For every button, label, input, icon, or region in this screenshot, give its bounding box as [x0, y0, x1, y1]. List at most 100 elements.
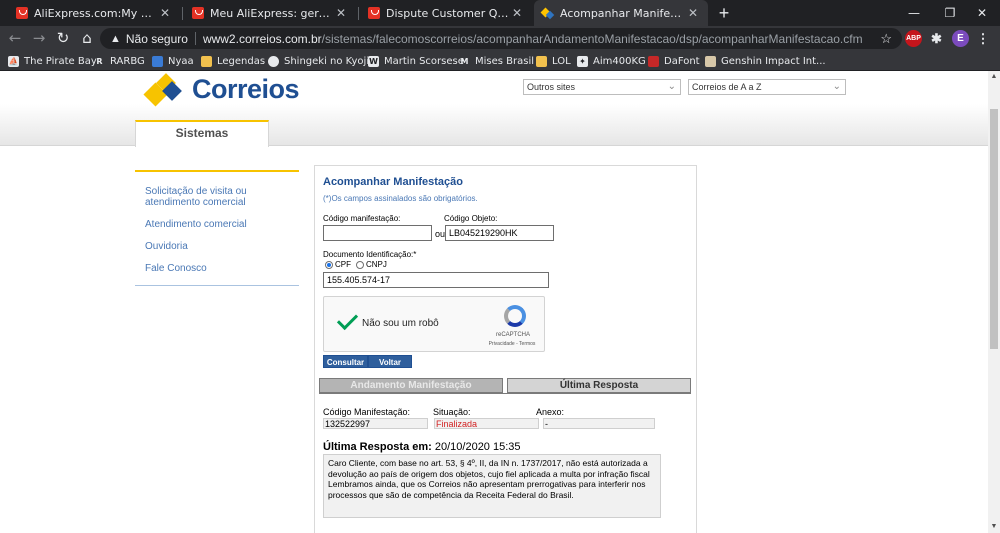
bookmark-lol[interactable]: LOL — [536, 51, 571, 71]
logo-wordmark: Correios — [192, 73, 300, 104]
bookmark-label: The Pirate Bay — [24, 55, 97, 67]
chevron-down-icon: ⌄ — [667, 81, 676, 92]
close-tab-icon[interactable]: ✕ — [510, 6, 524, 20]
aim-target-icon: ✦ — [577, 55, 588, 67]
bookmark-aim400kg[interactable]: ✦ Aim400KG — [577, 51, 646, 71]
restore-icon[interactable]: ❐ — [932, 0, 968, 26]
codigo-manifestacao-input[interactable] — [323, 225, 432, 241]
voltar-button[interactable]: Voltar — [368, 355, 412, 368]
tab-separator — [182, 7, 183, 20]
scrollbar-thumb[interactable] — [990, 109, 998, 349]
sidebar-item-ouvidoria[interactable]: Ouvidoria — [135, 241, 299, 252]
ultima-resposta-heading: Última Resposta em: 20/10/2020 15:35 — [323, 441, 521, 453]
bookmark-label: Martin Scorsese — [384, 55, 464, 67]
radio-label: CPF — [335, 260, 351, 269]
correios-a-z-select[interactable]: Correios de A a Z ⌄ — [688, 79, 846, 95]
profile-avatar[interactable]: E — [952, 30, 969, 47]
warning-triangle-icon: ▲ — [110, 32, 121, 45]
checkmark-icon[interactable] — [334, 309, 360, 335]
reload-icon[interactable]: ↻ — [52, 28, 74, 49]
cnpj-radio[interactable]: CNPJ — [356, 260, 387, 269]
sidebar-top-rule — [135, 170, 299, 172]
forward-icon[interactable]: → — [28, 28, 50, 49]
home-icon[interactable]: ⌂ — [76, 28, 98, 49]
tab-andamento-manifestacao[interactable]: Andamento Manifestação — [319, 378, 503, 393]
bookmark-legendas[interactable]: Legendas — [201, 51, 265, 71]
folder-icon — [201, 55, 212, 67]
radio-label: CNPJ — [366, 260, 387, 269]
bookmark-label: Legendas — [217, 55, 266, 67]
aliexpress-favicon-icon — [368, 7, 380, 19]
tab-sistemas[interactable]: Sistemas — [135, 120, 269, 147]
address-bar[interactable]: ▲ Não seguro www2.correios.com.br/sistem… — [100, 28, 902, 49]
close-tab-icon[interactable]: ✕ — [158, 6, 172, 20]
documento-identificacao-label: Documento Identificação:* — [323, 250, 417, 259]
wikipedia-w-icon: W — [368, 55, 379, 67]
recaptcha-terms-link[interactable]: Privacidade - Termos — [480, 341, 544, 347]
aliexpress-favicon-icon — [16, 7, 28, 19]
sidebar-item-atendimento-comercial[interactable]: Atendimento comercial — [135, 219, 299, 230]
recaptcha-widget[interactable]: Não sou um robô reCAPTCHA Privacidade - … — [323, 296, 545, 352]
security-label: Não seguro — [125, 31, 188, 46]
form-title: Acompanhar Manifestação — [323, 176, 463, 188]
minimize-icon[interactable]: — — [896, 0, 932, 26]
documento-input[interactable] — [323, 272, 549, 288]
ou-label: ou — [435, 229, 446, 239]
genshin-icon — [705, 55, 716, 67]
bookmark-label: Aim400KG — [593, 55, 646, 67]
bookmark-genshin[interactable]: Genshin Impact Int... — [705, 51, 826, 71]
required-fields-note: (*)Os campos assinalados são obrigatório… — [323, 194, 478, 203]
page-scrollbar[interactable]: ▲ ▼ — [988, 71, 1000, 533]
outros-sites-select[interactable]: Outros sites ⌄ — [523, 79, 681, 95]
tab-acompanhar-manifestacao[interactable]: Acompanhar Manifestacao ✕ — [534, 0, 708, 26]
radio-unselected-icon — [356, 260, 364, 269]
situacao-label: Situação: — [433, 407, 471, 417]
scroll-up-arrow-icon[interactable]: ▲ — [988, 71, 1000, 83]
cpf-radio[interactable]: CPF — [325, 260, 351, 269]
scroll-down-arrow-icon[interactable]: ▼ — [988, 521, 1000, 533]
bookmark-mises-brasil[interactable]: M Mises Brasil — [459, 51, 535, 71]
codigo-objeto-input[interactable] — [445, 225, 554, 241]
situacao-status-value: Finalizada — [434, 418, 539, 429]
select-value: Correios de A a Z — [692, 82, 762, 92]
tab-ultima-resposta[interactable]: Última Resposta — [507, 378, 691, 393]
captcha-label: Não sou um robô — [362, 318, 439, 329]
ultima-resposta-label: Última Resposta em: — [323, 441, 432, 453]
bookmark-label: DaFont — [664, 55, 700, 67]
select-value: Outros sites — [527, 82, 576, 92]
adblock-plus-icon[interactable]: ABP — [905, 30, 922, 47]
extensions-puzzle-icon[interactable]: ✱ — [928, 30, 945, 47]
omnibox-separator — [194, 32, 196, 45]
bookmark-martin-scorsese[interactable]: W Martin Scorsese — [368, 51, 464, 71]
sidebar-item-solicitacao-visita[interactable]: Solicitação de visita ou atendimento com… — [135, 186, 299, 208]
consultar-button[interactable]: Consultar — [323, 355, 368, 368]
kebab-menu-icon[interactable]: ⋮ — [976, 30, 990, 47]
bookmark-the-pirate-bay[interactable]: ⛵ The Pirate Bay — [8, 51, 97, 71]
bookmark-dafont[interactable]: DaFont — [648, 51, 700, 71]
radio-selected-icon — [325, 260, 333, 269]
codigo-manifestacao-result-label: Código Manifestação: — [323, 407, 411, 417]
close-tab-icon[interactable]: ✕ — [334, 6, 348, 20]
close-window-icon[interactable]: ✕ — [964, 0, 1000, 26]
sidebar-item-fale-conosco[interactable]: Fale Conosco — [135, 263, 299, 274]
mises-m-icon: M — [460, 56, 469, 66]
recaptcha-brand: reCAPTCHA — [495, 332, 530, 338]
back-icon[interactable]: ← — [4, 28, 26, 49]
tab-dispute-questionnaire[interactable]: Dispute Customer Questionnaire ✕ — [360, 0, 532, 26]
tab-aliexpress-my[interactable]: AliExpress.com:My AliExpress ✕ — [8, 0, 180, 26]
new-tab-icon[interactable]: + — [714, 3, 734, 23]
bookmark-label: LOL — [552, 55, 571, 67]
bookmark-rarbg[interactable]: R RARBG — [94, 51, 144, 71]
bookmark-nyaa[interactable]: Nyaa — [152, 51, 194, 71]
url-host: www2.correios.com.br — [202, 31, 322, 46]
bookmark-shingeki[interactable]: Shingeki no Kyojin — [268, 51, 375, 71]
response-text-box: Caro Cliente, com base no art. 53, § 4º,… — [323, 454, 661, 518]
close-tab-icon[interactable]: ✕ — [686, 6, 700, 20]
correios-logo[interactable]: Correios — [143, 71, 300, 107]
bookmark-star-icon[interactable]: ☆ — [880, 28, 892, 49]
tab-meu-aliexpress[interactable]: Meu AliExpress: gerenciar pedidos ✕ — [184, 0, 356, 26]
bookmarks-bar: ⛵ The Pirate Bay R RARBG Nyaa Legendas S… — [0, 51, 1000, 71]
codigo-manifestacao-value: 132522997 — [323, 418, 428, 429]
url-path: /sistemas/falecomoscorreios/acompanharAn… — [321, 31, 863, 46]
folder-icon — [536, 55, 547, 67]
